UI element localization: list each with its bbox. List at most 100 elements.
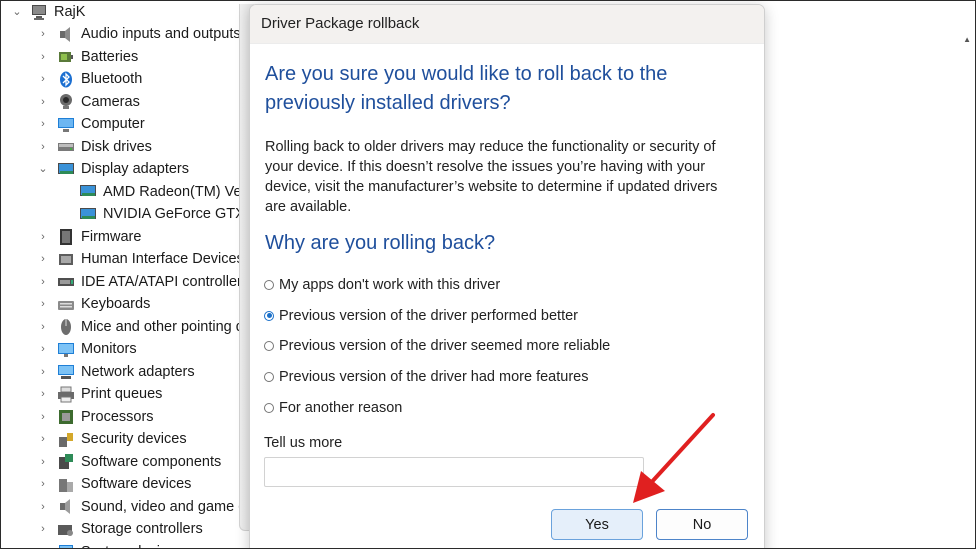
tell-us-more-input[interactable] <box>264 457 644 487</box>
system-device-icon <box>57 543 75 548</box>
tree-item-label: Software components <box>81 453 222 470</box>
chevron-right-icon[interactable]: › <box>38 321 48 332</box>
tree-item-label: Network adapters <box>81 363 195 380</box>
tree-item[interactable]: ›System devices <box>41 541 183 549</box>
device-manager-window: ⌄ RajK › Audio inputs and outputs › Batteri… <box>0 0 976 549</box>
network-adapter-icon <box>57 363 75 380</box>
tree-item-label: Batteries <box>81 48 139 65</box>
tree-item-label: Monitors <box>81 341 137 357</box>
tree-item[interactable]: › Firmware <box>41 226 141 248</box>
tree-item[interactable]: › Monitors <box>41 338 137 360</box>
chevron-right-icon[interactable]: › <box>38 141 48 152</box>
tree-item-label: System devices <box>81 544 183 549</box>
chevron-right-icon[interactable]: › <box>38 231 48 242</box>
tree-item[interactable]: › Network adapters <box>41 361 195 383</box>
speaker-icon <box>57 26 75 43</box>
chevron-down-icon[interactable]: ⌄ <box>12 7 22 18</box>
tree-item[interactable]: › Audio inputs and outputs <box>41 23 241 45</box>
chevron-right-icon[interactable]: › <box>38 434 48 445</box>
tree-item[interactable]: › Human Interface Devices <box>41 248 244 270</box>
tree-item-label: Keyboards <box>81 296 151 312</box>
tree-item[interactable]: › Software devices <box>41 473 192 495</box>
computer-icon <box>30 4 48 21</box>
radio-selected-icon[interactable] <box>264 310 274 321</box>
chevron-right-icon[interactable]: › <box>38 344 48 355</box>
tree-item-label: Bluetooth <box>81 71 143 87</box>
tree-item[interactable]: › Storage controllers <box>41 518 203 540</box>
tree-item-label: Disk drives <box>81 138 152 155</box>
tree-item-label: Security devices <box>81 431 187 447</box>
tree-item[interactable]: ⌄ Display adapters <box>38 158 189 180</box>
hid-icon <box>57 251 75 268</box>
chevron-down-icon[interactable]: ⌄ <box>38 164 48 175</box>
chevron-right-icon[interactable]: › <box>38 524 48 535</box>
disk-drive-icon <box>57 138 75 155</box>
chevron-right-icon[interactable]: › <box>38 366 48 377</box>
tree-item-label: Processors <box>81 408 154 425</box>
reason-option[interactable]: My apps don't work with this driver <box>264 277 500 293</box>
chevron-right-icon[interactable]: › <box>38 389 48 400</box>
yes-button[interactable]: Yes <box>551 509 643 540</box>
monitor-icon <box>57 341 75 358</box>
dialog-body-text: Rolling back to older drivers may reduce… <box>265 139 718 215</box>
chevron-right-icon[interactable]: › <box>38 501 48 512</box>
reason-option[interactable]: For another reason <box>264 400 402 416</box>
reason-option-label: For another reason <box>279 399 403 416</box>
chevron-right-icon[interactable]: › <box>38 299 48 310</box>
chevron-right-icon[interactable]: › <box>38 411 48 422</box>
bluetooth-icon <box>57 71 75 88</box>
tree-item-label: Print queues <box>81 386 163 402</box>
camera-icon <box>57 93 75 110</box>
radio-unselected-icon[interactable] <box>264 402 274 413</box>
right-scrollbar[interactable]: ▲ <box>961 1 971 548</box>
chevron-right-icon[interactable]: › <box>38 96 48 107</box>
radio-unselected-icon[interactable] <box>264 341 274 352</box>
chevron-right-icon[interactable]: › <box>38 119 48 130</box>
processor-icon <box>57 408 75 425</box>
tree-item[interactable]: › Bluetooth <box>41 68 143 90</box>
chevron-right-icon[interactable]: › <box>38 51 48 62</box>
tree-item[interactable]: › Disk drives <box>41 136 152 158</box>
chevron-right-icon[interactable]: › <box>38 479 48 490</box>
tree-item[interactable]: › Processors <box>41 406 154 428</box>
tree-item-label: IDE ATA/ATAPI controllers <box>81 273 250 290</box>
chevron-right-icon[interactable]: › <box>38 74 48 85</box>
battery-icon <box>57 48 75 65</box>
tell-us-more-label: Tell us more <box>264 435 343 451</box>
tree-item-label: Audio inputs and outputs <box>81 26 241 42</box>
display-adapter-icon <box>79 206 97 223</box>
tree-item-label: Computer <box>81 116 145 132</box>
chevron-right-icon[interactable]: › <box>38 276 48 287</box>
tree-item-label: Software devices <box>81 476 192 492</box>
tree-root-label: RajK <box>54 4 86 20</box>
printer-icon <box>57 386 75 403</box>
reason-option[interactable]: Previous version of the driver had more … <box>264 369 588 385</box>
firmware-icon <box>57 228 75 245</box>
no-button[interactable]: No <box>656 509 748 540</box>
tree-item[interactable]: › Print queues <box>41 383 163 405</box>
tree-item[interactable]: › IDE ATA/ATAPI controllers <box>41 271 250 293</box>
display-adapter-icon <box>79 183 97 200</box>
reason-option[interactable]: Previous version of the driver seemed mo… <box>264 338 610 354</box>
radio-unselected-icon[interactable] <box>264 372 274 383</box>
chevron-right-icon[interactable]: › <box>38 29 48 40</box>
tree-root[interactable]: ⌄ RajK <box>12 1 85 23</box>
tree-item[interactable]: › Cameras <box>41 91 140 113</box>
software-component-icon <box>57 453 75 470</box>
reason-option[interactable]: Previous version of the driver performed… <box>264 308 578 324</box>
scroll-up-arrow-icon[interactable]: ▲ <box>963 35 971 44</box>
tree-item[interactable]: › Batteries <box>41 46 139 68</box>
tree-item[interactable]: › Security devices <box>41 428 187 450</box>
chevron-right-icon[interactable]: › <box>38 254 48 265</box>
rollback-dialog: Driver Package rollback Are you sure you… <box>249 4 765 548</box>
dialog-heading: Are you sure you would like to roll back… <box>265 63 668 114</box>
tree-item[interactable]: › Software components <box>41 451 222 473</box>
keyboard-icon <box>57 296 75 313</box>
tree-item[interactable]: › Computer <box>41 113 145 135</box>
tree-item[interactable]: › Keyboards <box>41 293 151 315</box>
radio-unselected-icon[interactable] <box>264 280 274 290</box>
device-tree: ⌄ RajK › Audio inputs and outputs › Batteri… <box>1 1 332 549</box>
storage-controller-icon <box>57 521 75 538</box>
chevron-right-icon[interactable]: › <box>38 456 48 467</box>
tree-item-label: Cameras <box>81 93 140 110</box>
